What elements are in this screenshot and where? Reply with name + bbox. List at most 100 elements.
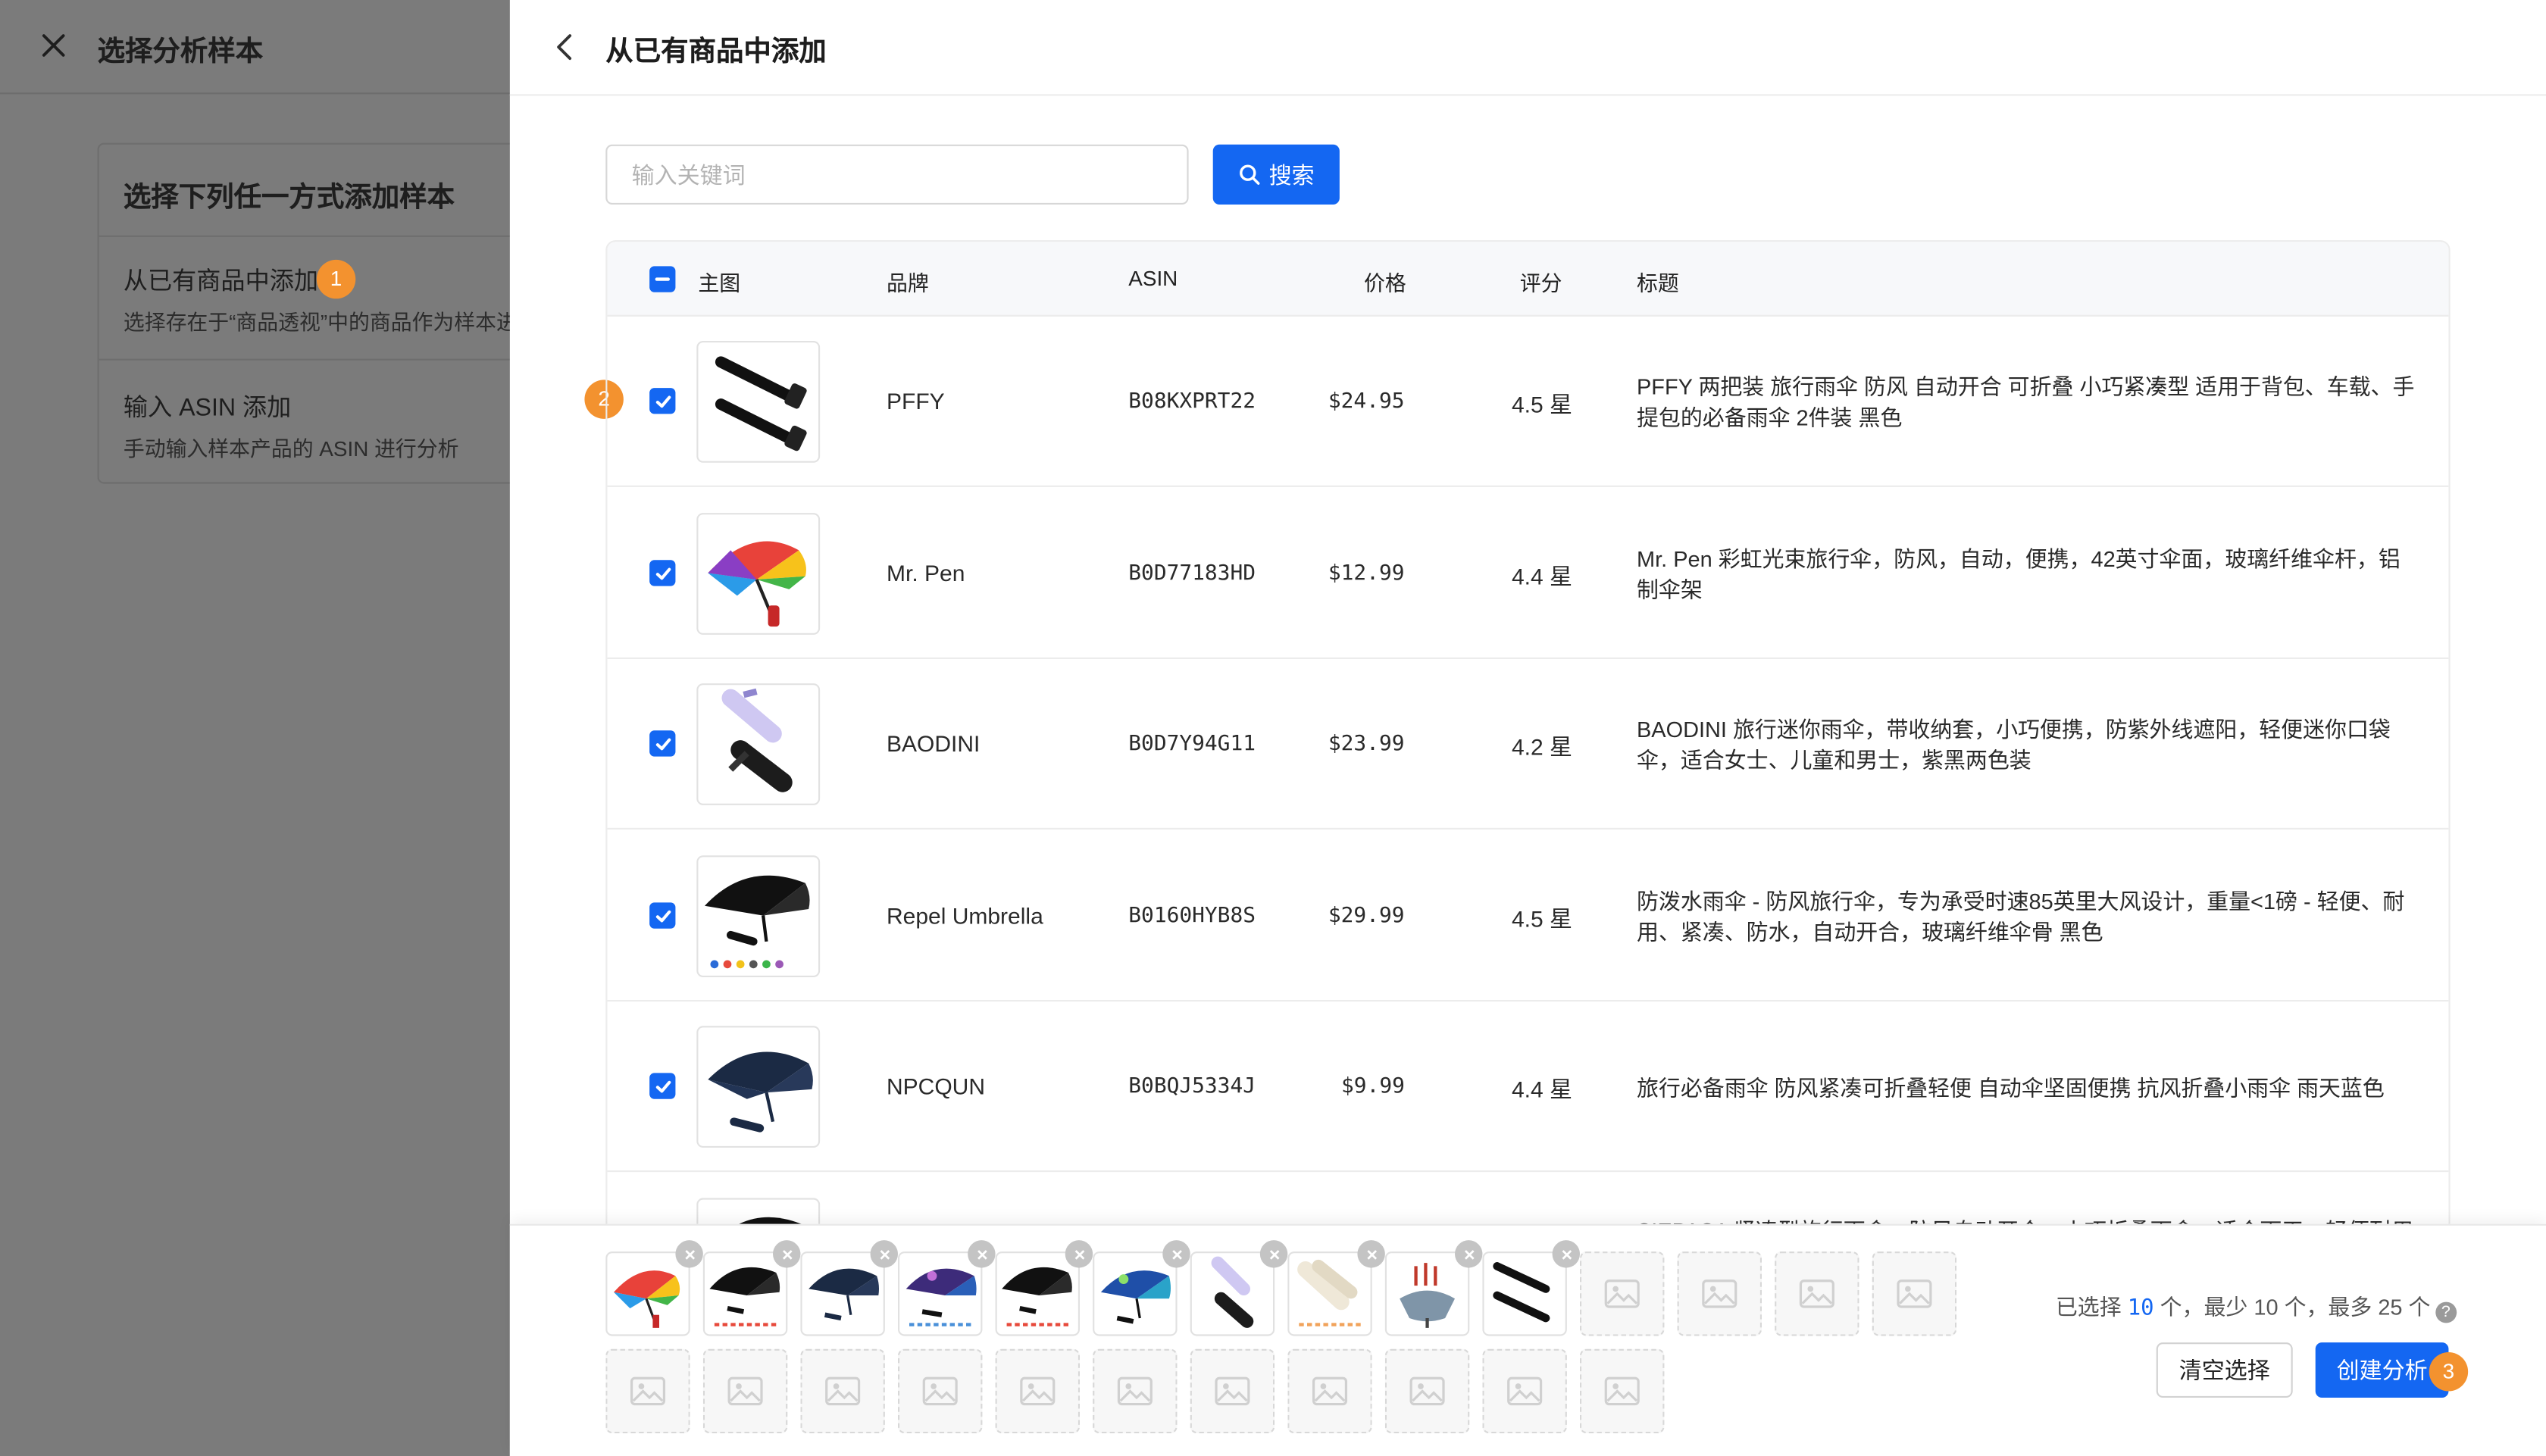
product-image bbox=[696, 513, 821, 635]
method-card-title: 选择下列任一方式添加样本 bbox=[99, 145, 534, 237]
empty-slot bbox=[605, 1348, 690, 1434]
col-brand: 品牌 bbox=[887, 270, 929, 295]
row-checkbox[interactable] bbox=[649, 388, 676, 414]
image-placeholder-icon bbox=[1117, 1376, 1153, 1406]
price-cell: $23.99 bbox=[1328, 732, 1405, 757]
table-row[interactable]: Mr. Pen B0D77183HD $12.99 4.4 星 Mr. Pen … bbox=[607, 489, 2449, 659]
add-from-existing-drawer: 从已有商品中添加 搜索 2 主图 品牌 ASIN 价格 评分 标题 bbox=[509, 0, 2546, 1456]
table-row[interactable]: BAODINI B0D7Y94G11 $23.99 4.2 星 BAODINI … bbox=[607, 659, 2449, 830]
rating-cell: 4.4 星 bbox=[1511, 563, 1573, 589]
drawer-title: 从已有商品中添加 bbox=[605, 36, 827, 67]
back-arrow-icon[interactable] bbox=[552, 31, 578, 64]
image-placeholder-icon bbox=[1507, 1376, 1543, 1406]
sample-selection-panel: 选择分析样本 选择下列任一方式添加样本 从已有商品中添加 选择存在于“商品透视”… bbox=[0, 0, 580, 1456]
clear-selection-button[interactable]: 清空选择 bbox=[2156, 1342, 2293, 1398]
row-checkbox[interactable] bbox=[649, 730, 676, 757]
remove-item-icon[interactable] bbox=[870, 1240, 898, 1268]
image-placeholder-icon bbox=[727, 1376, 763, 1406]
product-table: 主图 品牌 ASIN 价格 评分 标题 PFFY B08KXPRT22 $24.… bbox=[605, 240, 2451, 1247]
empty-slot bbox=[1190, 1348, 1275, 1434]
empty-slot bbox=[1677, 1251, 1762, 1336]
product-image bbox=[696, 683, 821, 805]
brand-cell: Mr. Pen bbox=[887, 560, 965, 586]
step-badge-1: 1 bbox=[316, 259, 356, 299]
selected-item[interactable] bbox=[605, 1240, 703, 1336]
selected-count: 10 bbox=[2127, 1295, 2154, 1322]
help-icon[interactable]: ? bbox=[2435, 1301, 2457, 1323]
selected-item[interactable] bbox=[1190, 1240, 1288, 1336]
asin-cell: B0D77183HD bbox=[1128, 561, 1256, 586]
selected-item[interactable] bbox=[1093, 1240, 1190, 1336]
table-row[interactable]: PFFY B08KXPRT22 $24.95 4.5 星 PFFY 两把装 旅行… bbox=[607, 317, 2449, 487]
selected-item[interactable] bbox=[800, 1240, 898, 1336]
rating-cell: 4.5 星 bbox=[1511, 905, 1573, 932]
image-placeholder-icon bbox=[825, 1376, 861, 1406]
remove-item-icon[interactable] bbox=[675, 1240, 703, 1268]
option-title: 输入 ASIN 添加 bbox=[123, 394, 292, 423]
empty-slot bbox=[800, 1348, 885, 1434]
image-placeholder-icon bbox=[1409, 1376, 1445, 1406]
divider bbox=[99, 358, 534, 361]
brand-cell: NPCQUN bbox=[887, 1073, 986, 1099]
table-row[interactable]: Repel Umbrella B0160HYB8S $29.99 4.5 星 防… bbox=[607, 831, 2449, 1002]
remove-item-icon[interactable] bbox=[1065, 1240, 1093, 1268]
title-cell: BAODINI 旅行迷你雨伞，带收纳套，小巧便携，防紫外线遮阳，轻便迷你口袋伞，… bbox=[1637, 717, 2391, 773]
col-price: 价格 bbox=[1364, 270, 1406, 295]
selected-item[interactable] bbox=[1482, 1240, 1580, 1336]
selected-item[interactable] bbox=[702, 1240, 801, 1336]
empty-slot bbox=[1775, 1251, 1859, 1336]
remove-item-icon[interactable] bbox=[1259, 1240, 1288, 1268]
empty-slot bbox=[1482, 1348, 1567, 1434]
image-placeholder-icon bbox=[1897, 1279, 1932, 1308]
brand-cell: PFFY bbox=[887, 388, 945, 414]
product-image bbox=[696, 1026, 821, 1148]
remove-item-icon[interactable] bbox=[968, 1240, 996, 1268]
asin-cell: B0BQJ5334J bbox=[1128, 1074, 1256, 1099]
select-all-checkbox[interactable] bbox=[649, 266, 676, 292]
image-placeholder-icon bbox=[1604, 1279, 1640, 1308]
empty-slot bbox=[1872, 1251, 1957, 1336]
remove-item-icon[interactable] bbox=[772, 1240, 801, 1268]
price-cell: $29.99 bbox=[1328, 904, 1405, 929]
remove-item-icon[interactable] bbox=[1162, 1240, 1190, 1268]
image-placeholder-icon bbox=[1312, 1376, 1348, 1406]
row-checkbox[interactable] bbox=[649, 902, 676, 929]
drawer-header: 从已有商品中添加 bbox=[509, 0, 2546, 96]
remove-item-icon[interactable] bbox=[1357, 1240, 1385, 1268]
selected-item[interactable] bbox=[1287, 1240, 1385, 1336]
remove-item-icon[interactable] bbox=[1455, 1240, 1483, 1268]
col-title: 标题 bbox=[1637, 270, 1679, 295]
product-image bbox=[696, 341, 821, 463]
search-button[interactable]: 搜索 bbox=[1212, 144, 1340, 205]
summary-limits: 个，最少 10 个，最多 25 个 bbox=[2153, 1295, 2431, 1320]
price-cell: $9.99 bbox=[1341, 1074, 1405, 1099]
option-desc: 选择存在于“商品透视”中的商品作为样本进行分析 bbox=[123, 310, 581, 335]
col-rating: 评分 bbox=[1519, 270, 1562, 295]
selected-item[interactable] bbox=[995, 1240, 1093, 1336]
image-placeholder-icon bbox=[922, 1376, 958, 1406]
image-placeholder-icon bbox=[1020, 1376, 1056, 1406]
empty-slot bbox=[702, 1348, 788, 1434]
title-cell: Mr. Pen 彩虹光束旅行伞，防风，自动，便携，42英寸伞面，玻璃纤维伞杆，铝… bbox=[1637, 547, 2401, 602]
product-image bbox=[696, 855, 821, 977]
empty-slot bbox=[898, 1348, 983, 1434]
empty-slot bbox=[1580, 1251, 1665, 1336]
summary-prefix: 已选择 bbox=[2055, 1295, 2128, 1320]
table-row[interactable]: NPCQUN B0BQJ5334J $9.99 4.4 星 旅行必备雨伞 防风紧… bbox=[607, 1001, 2449, 1173]
close-icon[interactable] bbox=[39, 31, 68, 61]
keyword-search-input[interactable] bbox=[605, 144, 1189, 205]
table-header: 主图 品牌 ASIN 价格 评分 标题 bbox=[607, 242, 2449, 317]
selected-item[interactable] bbox=[1384, 1240, 1483, 1336]
selected-item[interactable] bbox=[898, 1240, 996, 1336]
asin-cell: B0160HYB8S bbox=[1128, 904, 1256, 929]
row-checkbox[interactable] bbox=[649, 560, 676, 586]
option-desc: 手动输入样本产品的 ASIN 进行分析 bbox=[123, 436, 459, 461]
remove-item-icon[interactable] bbox=[1552, 1240, 1580, 1268]
rating-cell: 4.4 星 bbox=[1511, 1076, 1573, 1102]
price-cell: $12.99 bbox=[1328, 561, 1405, 586]
option-input-asin[interactable]: 输入 ASIN 添加 手动输入样本产品的 ASIN 进行分析 bbox=[124, 389, 546, 462]
brand-cell: BAODINI bbox=[887, 730, 981, 757]
row-checkbox[interactable] bbox=[649, 1073, 676, 1099]
empty-slot bbox=[1287, 1348, 1372, 1434]
title-cell: PFFY 两把装 旅行雨伞 防风 自动开合 可折叠 小巧紧凑型 适用于背包、车载… bbox=[1637, 374, 2415, 430]
